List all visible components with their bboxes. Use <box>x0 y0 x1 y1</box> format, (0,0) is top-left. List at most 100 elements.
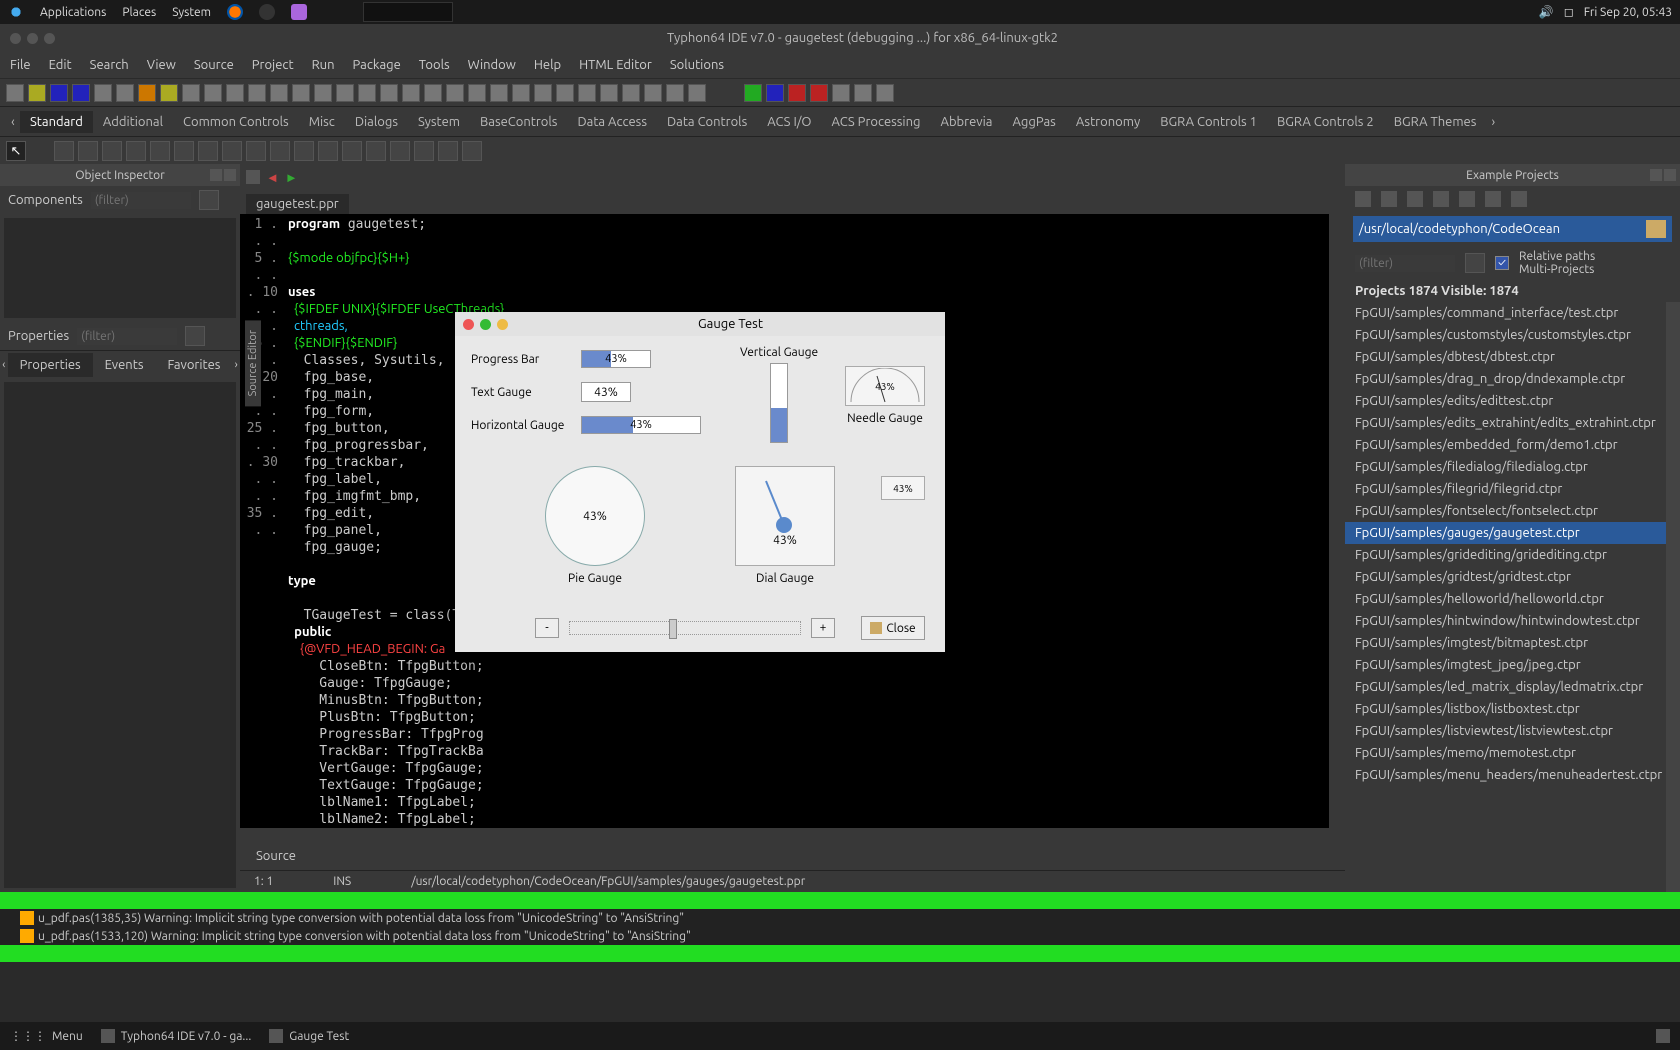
palette-item[interactable] <box>150 141 170 161</box>
nav-back-icon[interactable]: ◄ <box>266 170 279 185</box>
file-tab[interactable]: gaugetest.ppr <box>246 194 349 214</box>
tab-datacontrols[interactable]: Data Controls <box>657 111 757 133</box>
menu-html-editor[interactable]: HTML Editor <box>579 58 652 72</box>
project-item[interactable]: FpGUI/samples/menu_headers/menuheadertes… <box>1345 764 1666 786</box>
palette-item[interactable] <box>366 141 386 161</box>
close-button[interactable]: Close <box>861 616 925 640</box>
proj-tool-icon[interactable] <box>1355 191 1371 207</box>
palette-item[interactable] <box>318 141 338 161</box>
properties-grid[interactable] <box>4 382 236 888</box>
panel-close-icon[interactable] <box>1664 169 1676 181</box>
dialog-titlebar[interactable]: Gauge Test <box>455 312 945 336</box>
menu-run[interactable]: Run <box>312 58 335 72</box>
tray-icon[interactable] <box>1656 1029 1670 1043</box>
proj-tool-icon[interactable] <box>1381 191 1397 207</box>
message-row[interactable] <box>0 892 1680 909</box>
palette-item[interactable] <box>390 141 410 161</box>
clock[interactable]: Fri Sep 20, 05:43 <box>1584 6 1672 19</box>
tab-misc[interactable]: Misc <box>299 111 345 133</box>
panel-min-icon[interactable] <box>1650 169 1662 181</box>
palette-item[interactable] <box>126 141 146 161</box>
tool-saveall[interactable] <box>72 84 90 102</box>
tool-btn[interactable] <box>138 84 156 102</box>
menu-package[interactable]: Package <box>353 58 401 72</box>
maximize-icon[interactable] <box>44 33 55 44</box>
palette-item[interactable] <box>222 141 242 161</box>
tool-btn[interactable] <box>226 84 244 102</box>
tab-properties[interactable]: Properties <box>8 353 93 377</box>
project-scrollbar[interactable] <box>1666 302 1680 892</box>
tool-btn[interactable] <box>248 84 266 102</box>
menu-source[interactable]: Source <box>194 58 234 72</box>
project-item[interactable]: FpGUI/samples/memo/memotest.ctpr <box>1345 742 1666 764</box>
editor-hscrollbar[interactable] <box>240 828 1345 842</box>
panel-min-icon[interactable] <box>210 169 222 181</box>
relative-paths-checkbox[interactable] <box>1495 256 1509 270</box>
project-item[interactable]: FpGUI/samples/led_matrix_display/ledmatr… <box>1345 676 1666 698</box>
tool-btn[interactable] <box>270 84 288 102</box>
menu-edit[interactable]: Edit <box>49 58 72 72</box>
step-button[interactable] <box>832 84 850 102</box>
tool-btn[interactable] <box>468 84 486 102</box>
tool-btn[interactable] <box>204 84 222 102</box>
palette-item[interactable] <box>270 141 290 161</box>
tab-astronomy[interactable]: Astronomy <box>1066 111 1150 133</box>
step-button[interactable] <box>876 84 894 102</box>
tab-common[interactable]: Common Controls <box>173 111 299 133</box>
tool-btn[interactable] <box>556 84 574 102</box>
project-path[interactable]: /usr/local/codetyphon/CodeOcean <box>1353 216 1672 242</box>
folder-icon[interactable] <box>1646 220 1666 238</box>
project-item[interactable]: FpGUI/samples/gauges/gaugetest.ctpr <box>1345 522 1666 544</box>
taskbar-app[interactable]: Typhon64 IDE v7.0 - ga... <box>101 1029 252 1043</box>
tool-btn[interactable] <box>490 84 508 102</box>
tool-btn[interactable] <box>358 84 376 102</box>
tab-acsio[interactable]: ACS I/O <box>757 111 821 133</box>
tool-btn[interactable] <box>424 84 442 102</box>
project-item[interactable]: FpGUI/samples/dbtest/dbtest.ctpr <box>1345 346 1666 368</box>
tab-acsproc[interactable]: ACS Processing <box>821 111 930 133</box>
tool-btn[interactable] <box>292 84 310 102</box>
proj-tool-icon[interactable] <box>1433 191 1449 207</box>
menu-applications[interactable]: Applications <box>40 6 106 19</box>
tool-new[interactable] <box>6 84 24 102</box>
tool-btn[interactable] <box>116 84 134 102</box>
menu-help[interactable]: Help <box>534 58 561 72</box>
close-icon[interactable] <box>10 33 21 44</box>
menu-system[interactable]: System <box>172 6 211 19</box>
project-item[interactable]: FpGUI/samples/listviewtest/listviewtest.… <box>1345 720 1666 742</box>
stop2-button[interactable] <box>810 84 828 102</box>
project-item[interactable]: FpGUI/samples/helloworld/helloworld.ctpr <box>1345 588 1666 610</box>
minimize-icon[interactable] <box>27 33 38 44</box>
project-item[interactable]: FpGUI/samples/filegrid/filegrid.ctpr <box>1345 478 1666 500</box>
plus-button[interactable]: + <box>811 618 835 638</box>
palette-item[interactable] <box>102 141 122 161</box>
filter-icon[interactable] <box>185 326 205 346</box>
firefox-icon[interactable] <box>227 4 243 20</box>
project-item[interactable]: FpGUI/samples/edits/edittest.ctpr <box>1345 390 1666 412</box>
tool-btn[interactable] <box>534 84 552 102</box>
palette-item[interactable] <box>174 141 194 161</box>
source-editor-handle[interactable]: Source Editor <box>245 320 261 406</box>
proj-tool-icon[interactable] <box>1511 191 1527 207</box>
palette-item[interactable] <box>294 141 314 161</box>
run-button[interactable] <box>744 84 762 102</box>
tool-btn[interactable] <box>600 84 618 102</box>
project-item[interactable]: FpGUI/samples/imgtest_jpeg/jpeg.ctpr <box>1345 654 1666 676</box>
tool-btn[interactable] <box>314 84 332 102</box>
tab-bgrathemes[interactable]: BGRA Themes <box>1384 111 1487 133</box>
tool-btn[interactable] <box>666 84 684 102</box>
project-item[interactable]: FpGUI/samples/command_interface/test.ctp… <box>1345 302 1666 324</box>
taskbar-menu[interactable]: ⋮⋮⋮Menu <box>10 1029 83 1043</box>
palette-item[interactable] <box>342 141 362 161</box>
message-row[interactable] <box>0 945 1680 962</box>
tab-standard[interactable]: Standard <box>20 111 93 133</box>
tab-additional[interactable]: Additional <box>93 111 173 133</box>
palette-item[interactable] <box>54 141 74 161</box>
properties-filter[interactable] <box>77 328 177 345</box>
project-item[interactable]: FpGUI/samples/gridtest/gridtest.ctpr <box>1345 566 1666 588</box>
step-button[interactable] <box>854 84 872 102</box>
tool-btn[interactable] <box>446 84 464 102</box>
tab-bgra2[interactable]: BGRA Controls 2 <box>1267 111 1384 133</box>
source-tab[interactable]: Source <box>256 849 296 863</box>
project-item[interactable]: FpGUI/samples/hintwindow/hintwindowtest.… <box>1345 610 1666 632</box>
